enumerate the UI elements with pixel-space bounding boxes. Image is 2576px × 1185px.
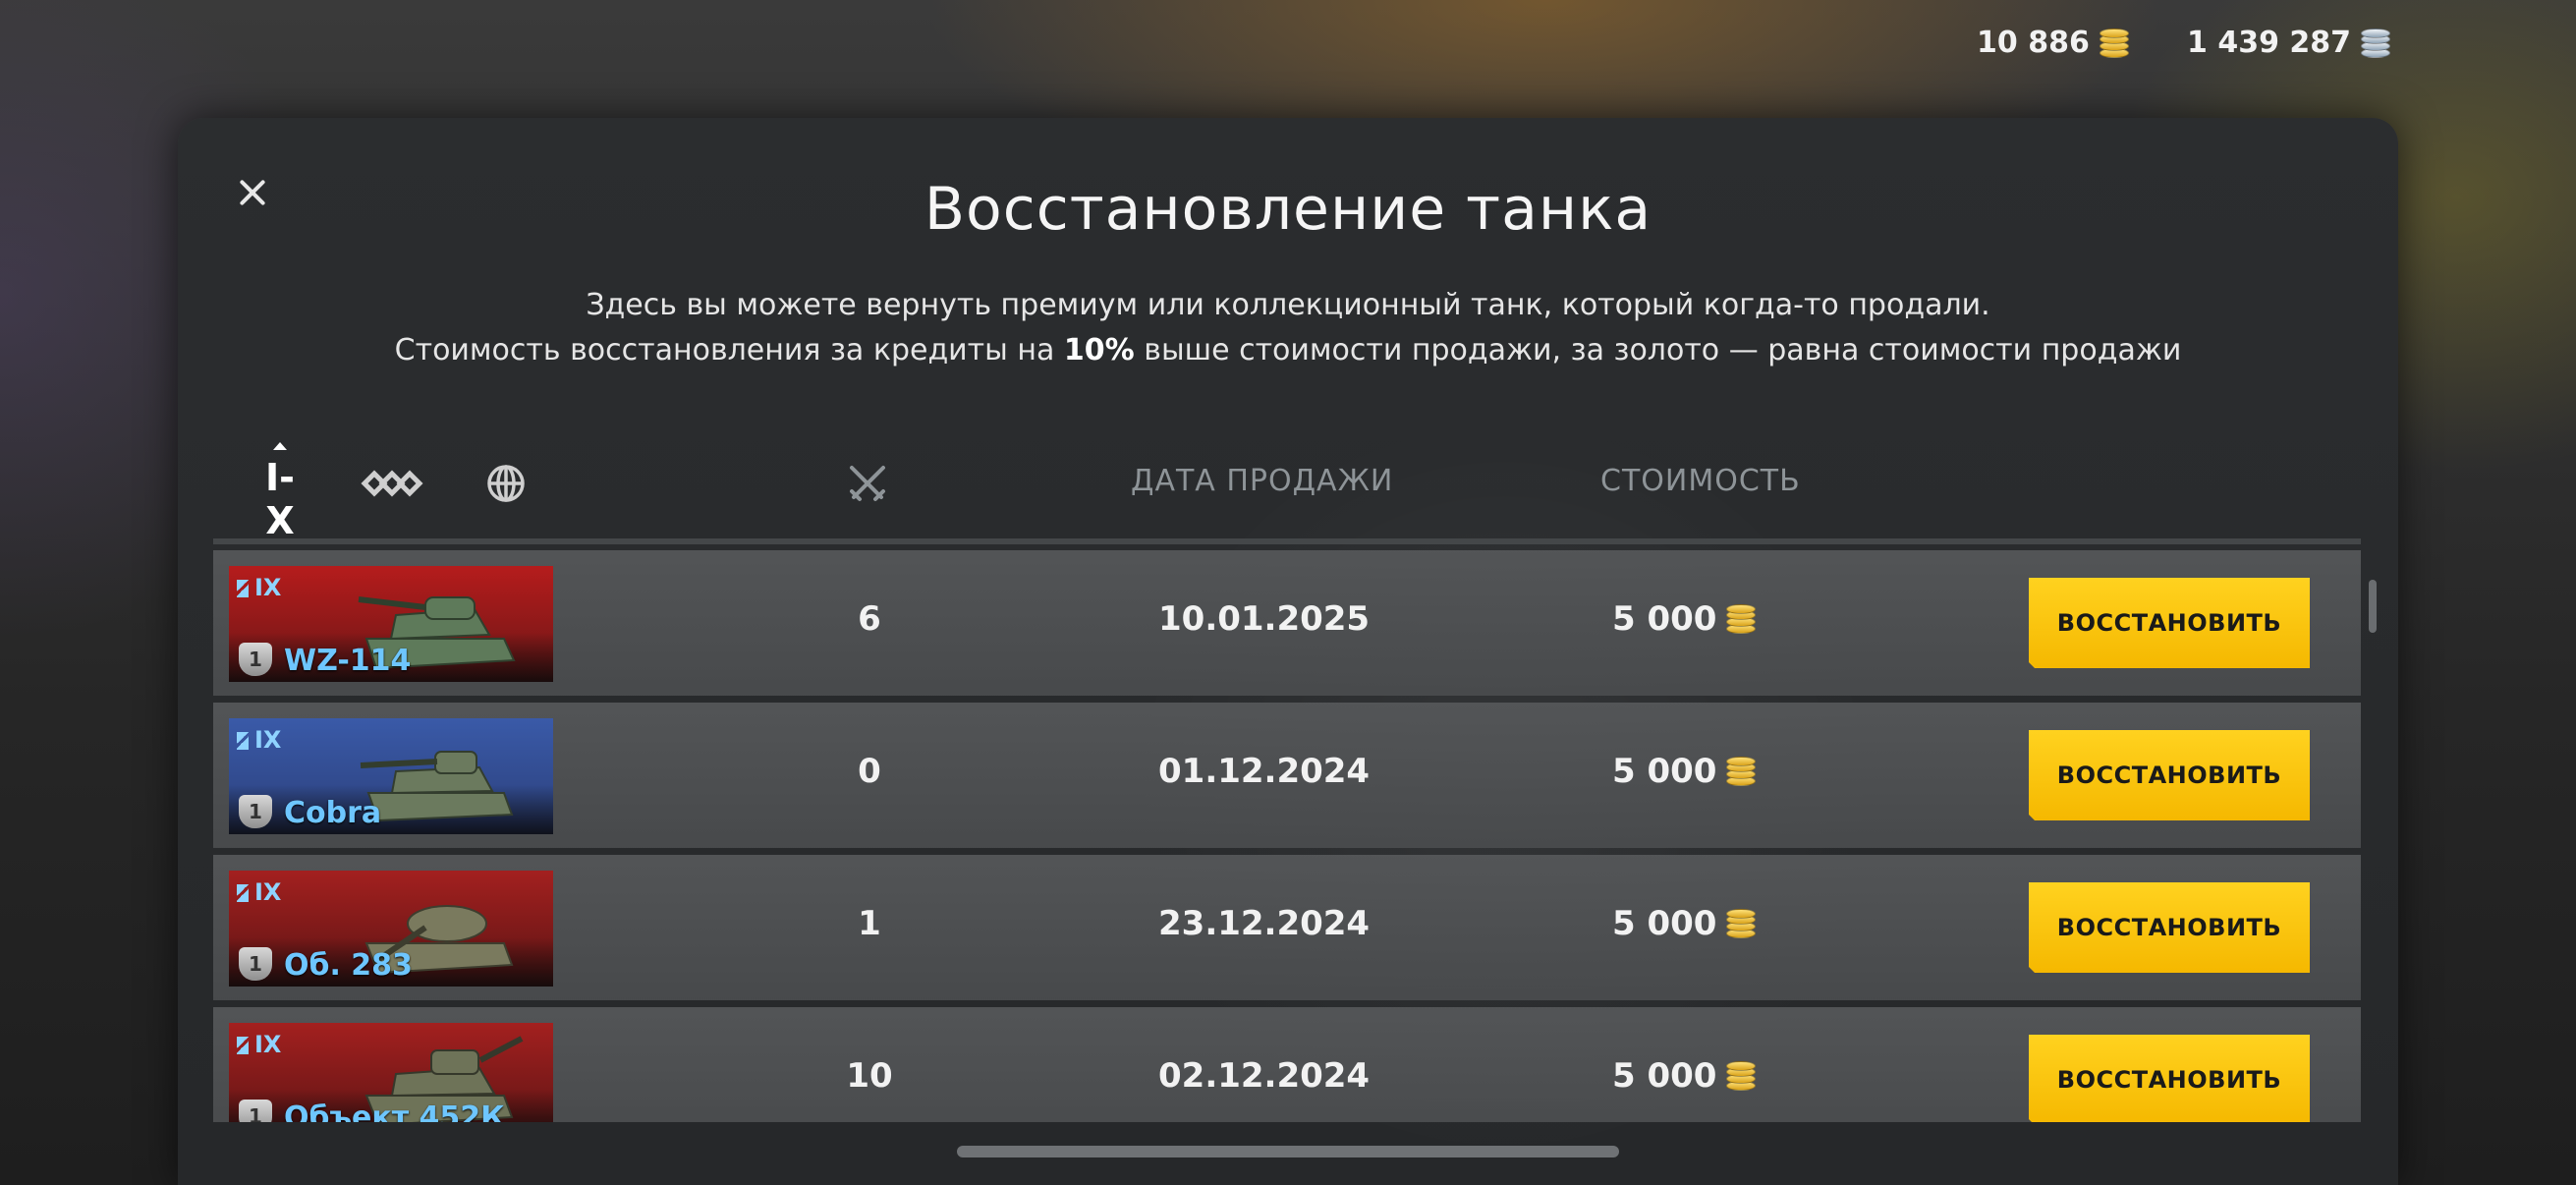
gold-balance: 10 886 (1977, 26, 2129, 60)
tank-card[interactable]: IX 1 WZ-114 (229, 566, 553, 682)
tier-mark-icon (237, 732, 249, 750)
silver-coin-icon (2361, 28, 2391, 58)
list-scrollbar[interactable] (2369, 580, 2377, 633)
sale-date: 02.12.2024 (1158, 1056, 1371, 1096)
tier-mark-icon (237, 884, 249, 902)
description-text: выше стоимости продажи, за золото — равн… (1134, 333, 2182, 367)
restore-cost: 5 000 (1612, 752, 1757, 791)
sale-date: 10.01.2025 (1158, 599, 1371, 639)
mastery-badge: 1 (239, 795, 272, 828)
battles-count: 0 (858, 752, 881, 791)
description-line-2: Стоимость восстановления за кредиты на 1… (178, 328, 2398, 373)
crossed-swords-icon (850, 466, 885, 501)
restore-cost: 5 000 (1612, 1056, 1757, 1096)
mastery-badge: 1 (239, 947, 272, 981)
cost-amount: 5 000 (1612, 1056, 1717, 1096)
sort-battles-button[interactable] (846, 462, 889, 550)
gold-coin-icon (1726, 909, 1757, 938)
vehicle-type-icon (361, 470, 423, 497)
dialog-description: Здесь вы можете вернуть премиум или колл… (178, 283, 2398, 373)
gold-coin-icon (2099, 28, 2129, 58)
sale-date: 01.12.2024 (1158, 752, 1371, 791)
description-line-1: Здесь вы можете вернуть премиум или колл… (586, 288, 1990, 322)
credits-balance: 1 439 287 (2187, 26, 2391, 60)
tank-name: Об. 283 (284, 948, 413, 983)
cost-amount: 5 000 (1612, 904, 1717, 943)
cost-amount: 5 000 (1612, 599, 1717, 639)
globe-icon (487, 465, 525, 502)
dialog-title: Восстановление танка (924, 175, 1652, 244)
credits-amount: 1 439 287 (2187, 26, 2352, 60)
tier-label: IX (254, 878, 282, 906)
table-row: IX 1 Cobra 0 01.12.2024 5 000 ВОССТАНОВИ… (213, 703, 2361, 848)
restore-cost: 5 000 (1612, 599, 1757, 639)
tier-mark-icon (237, 1037, 249, 1054)
table-row: IX 1 Об. 283 1 23.12.2024 5 000 ВОССТАНО… (213, 855, 2361, 1000)
table-row: IX 1 Объект 452К 10 02.12.2024 5 000 ВОС… (213, 1007, 2361, 1122)
home-indicator[interactable] (957, 1146, 1619, 1157)
tank-card[interactable]: IX 1 Cobra (229, 718, 553, 834)
mastery-badge: 1 (239, 643, 272, 676)
restore-cost: 5 000 (1612, 904, 1757, 943)
tier-mark-icon (237, 580, 249, 597)
gold-coin-icon (1726, 1061, 1757, 1091)
tank-name: Объект 452К (284, 1100, 505, 1122)
gold-amount: 10 886 (1977, 26, 2090, 60)
tank-name: Cobra (284, 796, 382, 830)
restore-button[interactable]: ВОССТАНОВИТЬ (2029, 730, 2310, 820)
gold-coin-icon (1726, 757, 1757, 786)
tier-label: IX (254, 574, 282, 601)
cost-amount: 5 000 (1612, 752, 1717, 791)
tier-label: IX (254, 726, 282, 754)
sort-tier-button[interactable]: I-X (252, 442, 308, 542)
tank-name: WZ-114 (284, 644, 412, 678)
tank-card[interactable]: IX 1 Об. 283 (229, 871, 553, 987)
tank-tier: IX (237, 878, 281, 906)
mastery-badge: 1 (239, 1100, 272, 1122)
tier-label: IX (254, 1031, 282, 1058)
tank-card[interactable]: IX 1 Объект 452К (229, 1023, 553, 1122)
table-row: IX 1 WZ-114 6 10.01.2025 5 000 ВОССТАНОВ… (213, 550, 2361, 696)
sale-date: 23.12.2024 (1158, 904, 1371, 943)
restore-button[interactable]: ВОССТАНОВИТЬ (2029, 882, 2310, 973)
tank-image-icon (360, 751, 514, 822)
tier-filter-label: I-X (265, 456, 295, 542)
tank-tier: IX (237, 726, 281, 754)
tank-tier: IX (237, 574, 281, 601)
restore-button[interactable]: ВОССТАНОВИТЬ (2029, 1035, 2310, 1122)
battles-count: 6 (858, 599, 881, 639)
sort-vehicle-type-button[interactable] (361, 462, 423, 550)
battles-count: 1 (858, 904, 881, 943)
description-text: Стоимость восстановления за кредиты на (394, 333, 1064, 367)
list-divider (213, 538, 2361, 544)
tank-list[interactable]: IX 1 WZ-114 6 10.01.2025 5 000 ВОССТАНОВ… (213, 550, 2361, 1122)
sort-caret-icon (273, 442, 287, 450)
restore-button[interactable]: ВОССТАНОВИТЬ (2029, 578, 2310, 668)
battles-count: 10 (846, 1056, 893, 1096)
restore-tank-dialog: Восстановление танка Здесь вы можете вер… (178, 118, 2398, 1185)
gold-coin-icon (1726, 604, 1757, 634)
description-percent: 10% (1063, 333, 1135, 367)
tank-tier: IX (237, 1031, 281, 1058)
sort-nation-button[interactable] (484, 462, 528, 550)
